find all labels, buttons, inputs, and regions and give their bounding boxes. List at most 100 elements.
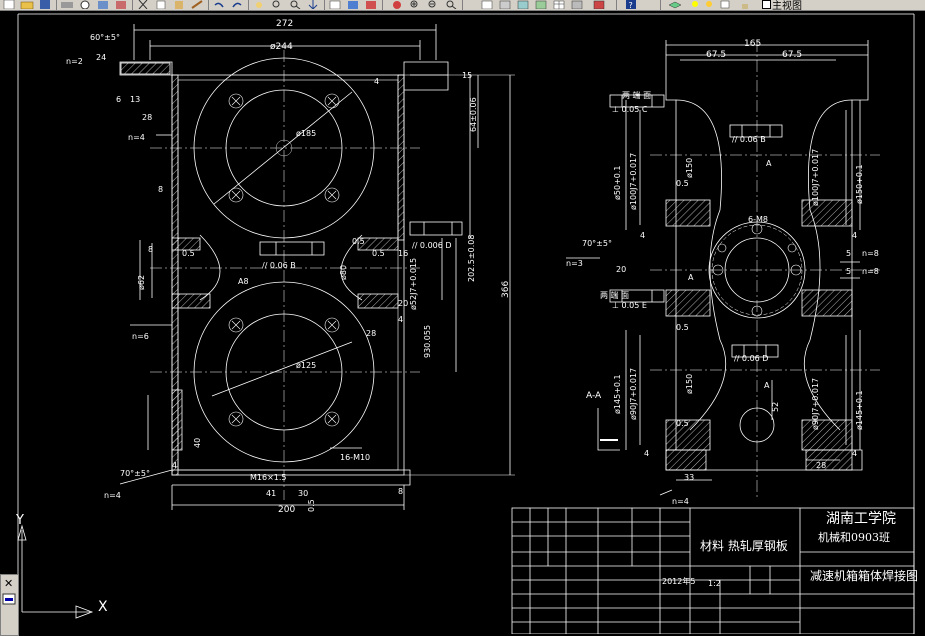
dim-70deg-right: 70°±5° [582,239,612,248]
dim-125: ø125 [296,361,317,370]
sun-icon[interactable] [702,0,716,9]
dim-28a: 28 [142,113,153,122]
design-center-icon[interactable] [346,0,360,9]
view-checkbox[interactable] [762,0,771,9]
layers-icon[interactable] [668,0,682,9]
tol-frame-5: ⊥ 0.05 E [612,301,647,310]
dim-244: ø244 [270,42,293,52]
publish-icon[interactable] [96,0,110,9]
markup-icon[interactable] [390,0,404,9]
tool-palettes-icon[interactable] [364,0,378,9]
dim-52j7: ø52J7+0.015 [409,257,418,310]
dim-16m10: 16-M10 [340,453,371,462]
dim-100-right: ø100J7+0.017 [811,148,820,206]
layer-color-icon[interactable] [718,0,732,9]
dim-28c: 28 [816,461,827,470]
new-file-icon[interactable] [2,0,16,9]
dim-n8b: n=8 [862,267,879,276]
dim-70deg: 70°±5° [120,469,150,478]
dim-50: ø50+0.1 [613,165,622,201]
scale: 1:2 [708,579,721,588]
label-A3: A [764,381,770,390]
zoom-extents-icon[interactable] [444,0,458,9]
dim-A8: A8 [238,277,249,286]
dim-8c: 8 [148,245,154,254]
dim-100-left: ø100J7+0.017 [629,152,638,210]
dim-n3: n=3 [566,259,583,268]
dim-675a: 67.5 [706,50,727,60]
dim-05f: 0.5 [676,323,689,332]
dim-n2: n=2 [66,57,83,66]
layer-manager-icon[interactable] [480,0,494,9]
dim-41: 41 [266,489,277,498]
dim-4c: 4 [172,461,178,470]
dim-675b: 67.5 [782,50,803,60]
section-label-aa: A-A [586,391,602,401]
dim-05g: 0.5 [676,419,689,428]
zoom-in-icon[interactable] [408,0,422,9]
table-icon[interactable] [552,0,566,9]
tool-palette-panel[interactable]: ✕ [0,574,19,636]
dim-33: 33 [684,473,695,482]
dim-150a: ø150 [685,157,694,178]
match-properties-icon[interactable] [190,0,204,9]
dim-145-right: ø145+0.1 [855,390,864,430]
calculator-icon[interactable] [570,0,584,9]
class-name: 机械和0903班 [818,531,890,544]
help-icon[interactable]: ? [624,0,638,9]
undo-icon[interactable] [212,0,226,9]
palette-icon[interactable] [2,593,17,605]
dim-05b: 0.5 [372,249,385,258]
close-icon[interactable]: ✕ [4,577,13,590]
layer-previous-icon[interactable] [498,0,512,9]
block-icon[interactable] [534,0,548,9]
dim-8a: 8 [158,185,164,194]
dim-200: 200 [278,505,296,515]
dim-272: 272 [276,19,294,29]
dim-80: ø80 [339,264,348,280]
dim-62: ø62 [137,274,146,290]
copy-icon[interactable] [154,0,168,9]
dim-15: 15 [462,71,473,80]
dim-16: 16 [398,249,409,258]
dim-8d: 8 [398,487,404,496]
dim-05d: 0.5 [307,499,316,512]
cut-icon[interactable] [136,0,150,9]
dim-366: 366 [501,280,511,298]
dim-4a: 4 [374,77,380,86]
dim-30: 30 [298,489,309,498]
bulb-icon[interactable] [688,0,702,9]
dim-165: 165 [744,39,762,49]
dim-n4b: n=4 [104,491,121,500]
grid-icon[interactable] [592,0,606,9]
open-folder-icon[interactable] [20,0,34,9]
school-name: 湖南工学院 [826,511,896,527]
dim-20b: 20 [616,265,627,274]
zoom-realtime-icon[interactable] [270,0,284,9]
dim-24: 24 [96,53,107,62]
dim-13: 13 [130,95,141,104]
properties-icon[interactable] [328,0,342,9]
dim-90-right: ø90J7+0.017 [811,377,820,430]
zoom-window-icon[interactable] [288,0,302,9]
dim-145-left: ø145+0.1 [613,374,622,414]
dim-64: 64±0.06 [469,97,478,132]
dim-4e: 4 [852,231,858,240]
preview-icon[interactable] [78,0,92,9]
drawing-canvas[interactable]: 272 ø244 60°±5° n=2 24 6 13 28 n=4 8 15 … [0,10,925,634]
zoom-previous-icon[interactable] [306,0,320,9]
save-icon[interactable] [38,0,52,9]
redo-icon[interactable] [230,0,244,9]
paste-icon[interactable] [172,0,186,9]
plot-icon[interactable] [114,0,128,9]
label-A1: A [766,159,772,168]
print-icon[interactable] [60,0,74,9]
layer-state-icon[interactable] [516,0,530,9]
date: 2012年5 [662,577,696,586]
zoom-out-icon[interactable] [426,0,440,9]
dim-4d: 4 [640,231,646,240]
dim-150b: ø150+0.1 [855,164,864,204]
pan-icon[interactable] [252,0,266,9]
lock-icon[interactable] [738,0,752,9]
tol-frame-1: // 0.06 B [262,261,296,270]
